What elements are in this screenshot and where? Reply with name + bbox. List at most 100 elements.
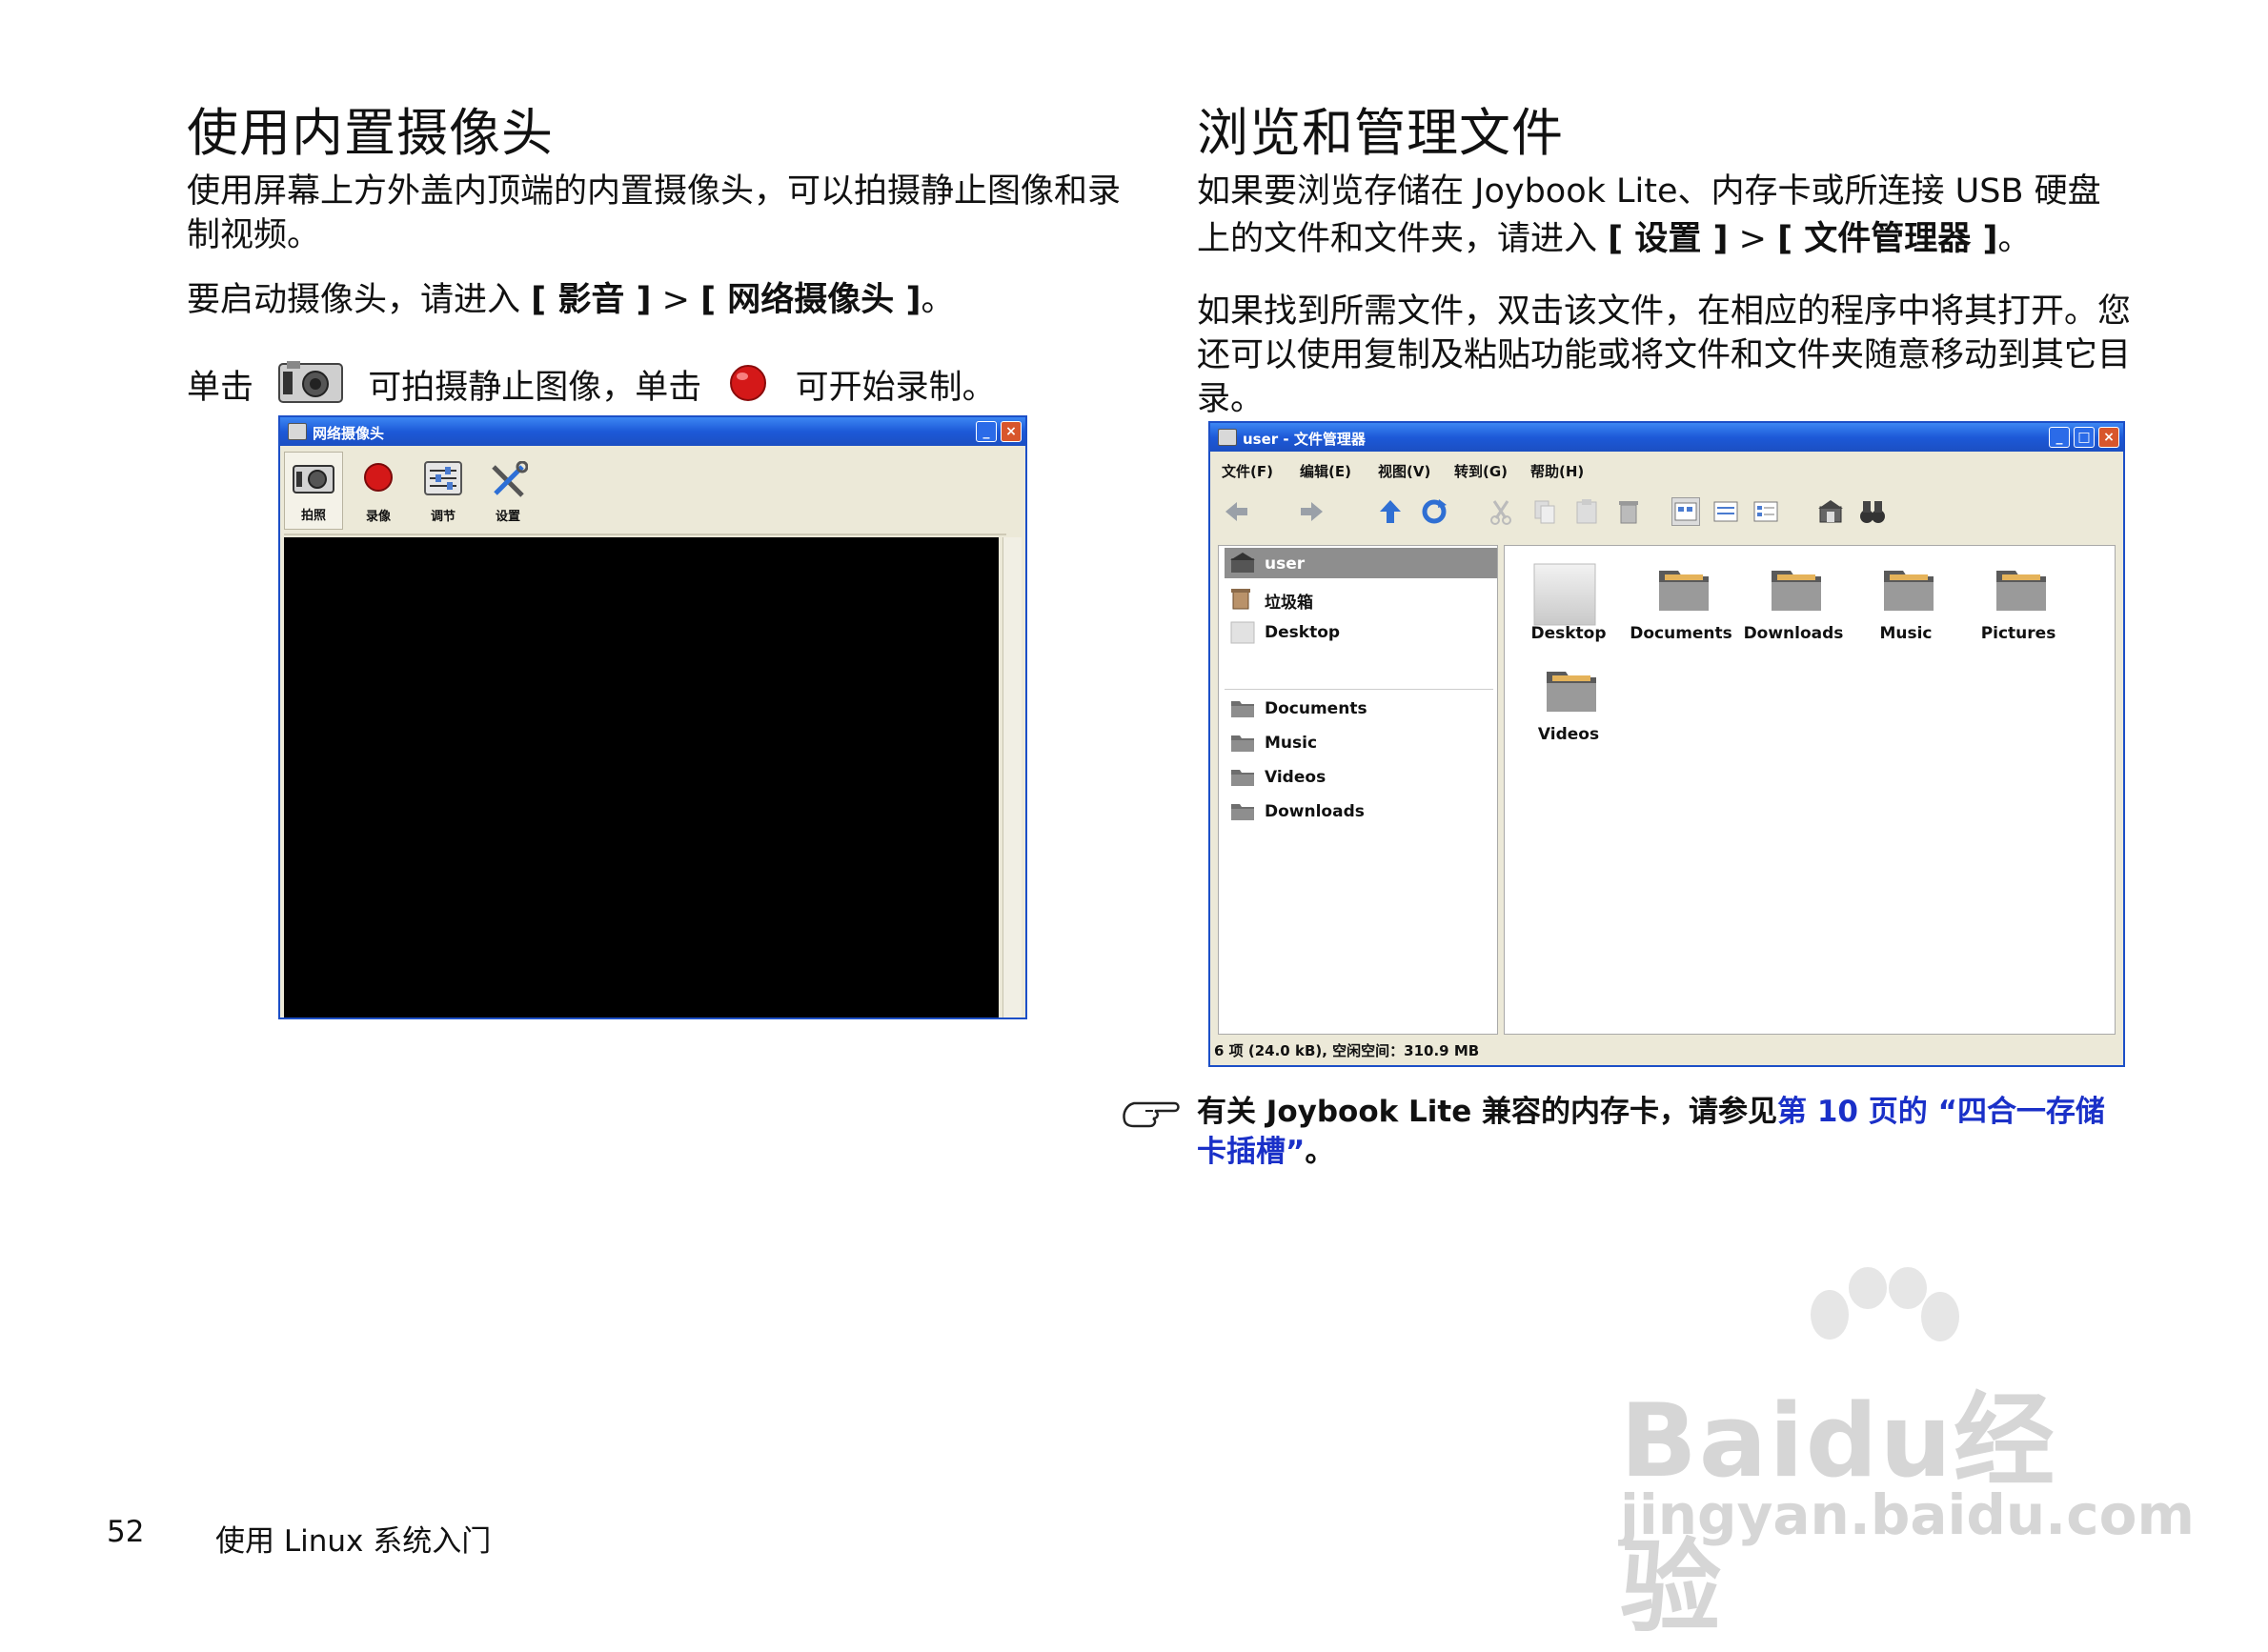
folder-icon [1230,697,1255,723]
fm-statusbar: 6 项 (24.0 kB), 空闲空间：310.9 MB [1214,1042,1480,1059]
list-view-icon[interactable] [1711,497,1740,526]
note: 有关 Joybook Lite 兼容的内存卡，请参见第 10 页的 “四合一存储… [1197,1092,2131,1172]
item-downloads[interactable]: Downloads [1741,550,1846,651]
fm-sidebar: user 垃圾箱 Desktop Documents Music Videos … [1218,545,1498,1035]
folder-icon [1995,563,2048,616]
sidebar-item-documents[interactable]: Documents [1225,693,1497,723]
paste-icon[interactable] [1572,497,1601,526]
left-intro: 使用屏幕上方外盖内顶端的内置摄像头，可以拍摄静止图像和录制视频。 [187,172,1122,254]
copy-icon[interactable] [1530,497,1559,526]
fm-maximize-button[interactable]: □ [2074,427,2095,448]
record-icon [729,364,767,413]
menu-file-manager: [ 文件管理器 ] [1777,220,1998,258]
para1-line-a: 如果要浏览存储在 Joybook Lite、内存卡或所连接 USB 硬盘 [1197,172,2101,211]
menu-webcam: [ 网络摄像头 ] [700,281,921,319]
trash-icon [1230,587,1251,614]
binoculars-icon[interactable] [1858,497,1887,526]
sidebar-item-user[interactable]: user [1225,548,1497,578]
back-icon[interactable] [1222,497,1250,526]
watermark-url: jingyan.baidu.com [1620,1482,2195,1547]
note-suffix: 。 [1305,1135,1335,1169]
scrollbar[interactable] [1002,537,1022,1017]
settings-label: 设置 [495,510,520,524]
close-button[interactable]: × [1001,421,1022,442]
record-button[interactable]: 录像 [349,452,408,530]
item-documents[interactable]: Documents [1629,550,1733,651]
adjust-button[interactable]: 调节 [414,452,473,530]
folder-icon [1882,563,1935,616]
fm-minimize-button[interactable]: _ [2049,427,2070,448]
para1-sep: > [1728,220,1778,258]
menu-sep: > [651,281,701,319]
adjust-label: 调节 [430,510,456,524]
left-start-instruction: 要启动摄像头，请进入 [ 影音 ] > [ 网络摄像头 ]。 [187,278,1140,322]
camera-icon [277,360,344,417]
file-manager-window: user - 文件管理器 _ □ × 文件(F) 编辑(E) 视图(V) 转到(… [1208,421,2125,1067]
sliders-icon [424,461,462,499]
sidebar-item-trash[interactable]: 垃圾箱 [1225,582,1497,613]
home-folder-icon [1230,553,1255,578]
home-icon[interactable] [1816,497,1845,526]
minimize-button[interactable]: _ [976,421,997,442]
settings-button[interactable]: 设置 [478,452,537,530]
menu-file[interactable]: 文件(F) [1222,461,1273,481]
webcam-titlebar[interactable]: 网络摄像头 _ × [280,417,1025,446]
sidebar-divider [1225,689,1493,690]
folder-icon [1657,563,1711,616]
click-text-2: 可拍摄静止图像，单击 [368,369,702,407]
icon-view-icon[interactable] [1671,497,1700,526]
item-videos[interactable]: Videos [1516,651,1621,752]
left-heading: 使用内置摄像头 [187,103,554,163]
menu-help[interactable]: 帮助(H) [1530,461,1584,481]
video-preview [284,537,999,1017]
footer-section: 使用 Linux 系统入门 [215,1524,492,1559]
item-pictures[interactable]: Pictures [1966,550,2071,651]
tools-icon [488,460,529,505]
folder-icon [1230,732,1255,757]
right-para-2: 如果找到所需文件，双击该文件，在相应的程序中将其打开。您还可以使用复制及粘贴功能… [1197,292,2132,418]
start-suffix: 。 [921,281,955,319]
menu-go[interactable]: 转到(G) [1454,461,1508,481]
para1-prefix: 上的文件和文件夹，请进入 [1197,220,1609,258]
item-music[interactable]: Music [1853,550,1958,651]
folder-icon [1770,563,1823,616]
right-para-1: 如果要浏览存储在 Joybook Lite、内存卡或所连接 USB 硬盘 上的文… [1197,170,2150,261]
para1-suffix: 。 [1997,220,2032,258]
refresh-icon[interactable] [1420,497,1448,526]
item-desktop[interactable]: Desktop [1516,550,1621,651]
menu-edit[interactable]: 编辑(E) [1300,461,1351,481]
forward-icon[interactable] [1298,497,1326,526]
menu-settings: [ 设置 ] [1608,220,1729,258]
left-click-instruction: 单击 可拍摄静止图像，单击 可开始录制。 [187,360,1140,413]
folder-icon [1230,766,1255,792]
sidebar-item-music[interactable]: Music [1225,727,1497,757]
sidebar-item-downloads[interactable]: Downloads [1225,796,1497,826]
toolbar-divider [284,534,1006,535]
record-icon [362,461,395,497]
capture-label: 拍照 [300,509,326,523]
para1-line-b: 上的文件和文件夹，请进入 [ 设置 ] > [ 文件管理器 ]。 [1197,217,2150,261]
up-icon[interactable] [1376,497,1405,526]
menu-media: [ 影音 ] [531,281,652,319]
fm-title: user - 文件管理器 [1243,431,1366,448]
menu-view[interactable]: 视图(V) [1378,461,1430,481]
page-number: 52 [107,1515,145,1549]
fm-close-button[interactable]: × [2098,427,2119,448]
note-text: 有关 Joybook Lite 兼容的内存卡，请参见 [1197,1095,1778,1129]
fm-app-icon [1218,429,1237,446]
cut-icon[interactable] [1487,497,1515,526]
baidu-watermark: Baidu经验 jingyan.baidu.com [1620,1267,2195,1646]
webcam-app-icon [288,423,307,440]
detail-view-icon[interactable] [1752,497,1780,526]
camera-icon [293,462,334,498]
folder-icon [1545,664,1598,717]
fm-menubar: 文件(F) 编辑(E) 视图(V) 转到(G) 帮助(H) [1222,461,2117,482]
fm-titlebar[interactable]: user - 文件管理器 _ □ × [1210,423,2123,452]
trash-icon[interactable] [1614,497,1643,526]
desktop-icon [1533,563,1596,630]
sidebar-item-desktop[interactable]: Desktop [1225,616,1497,647]
sidebar-item-videos[interactable]: Videos [1225,761,1497,792]
record-label: 录像 [365,510,391,524]
capture-button[interactable]: 拍照 [284,452,343,530]
pointing-hand-icon [1121,1092,1184,1134]
